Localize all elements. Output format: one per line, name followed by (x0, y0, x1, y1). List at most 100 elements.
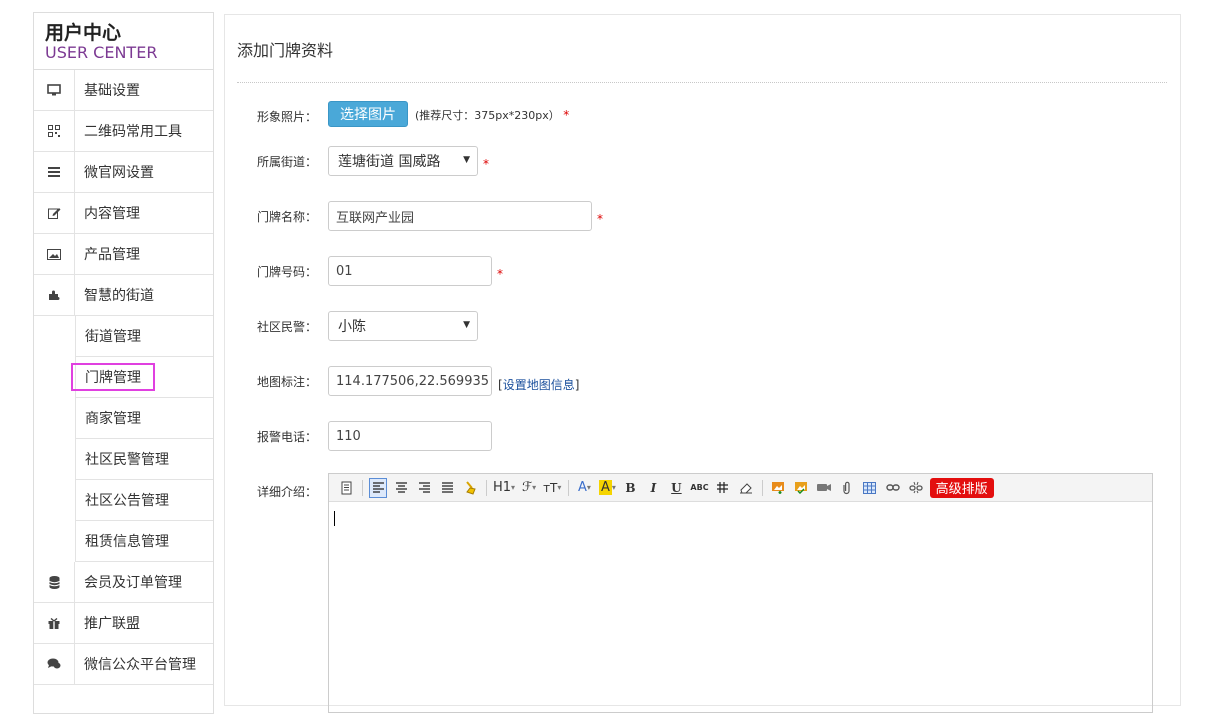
strikethrough-icon[interactable]: ABC (690, 478, 708, 498)
sidebar-subitem-rental-management[interactable]: 租赁信息管理 (75, 521, 213, 562)
sidebar-subitem-merchant-management[interactable]: 商家管理 (75, 398, 213, 439)
sidebar-item-content[interactable]: 内容管理 (34, 192, 213, 234)
main-panel: 添加门牌资料 形象照片： 选择图片 (推荐尺寸：375px*230px） * 所… (224, 14, 1181, 713)
eraser-icon[interactable] (737, 478, 755, 498)
street-select[interactable]: 莲塘街道 国威路 ▼ (328, 146, 478, 176)
qrcode-icon (34, 110, 75, 152)
doorplate-number-input[interactable]: 01 (328, 256, 492, 286)
sidebar-subitem-notice-management[interactable]: 社区公告管理 (75, 480, 213, 521)
strikethrough-label: ABC (690, 483, 709, 492)
name-label: 门牌名称： (257, 210, 318, 224)
sidebar-item-members-orders[interactable]: 会员及订单管理 (34, 561, 213, 603)
editor-toolbar: H1 ▾ ℱ ▾ тT ▾ A ▾ A ▾ B I U ABC 高级排版 (329, 474, 1152, 502)
chevron-down-icon: ▼ (463, 320, 470, 330)
sidebar-item-microsite-settings[interactable]: 微官网设置 (34, 151, 213, 193)
insert-table-icon[interactable] (861, 478, 879, 498)
font-family-label: ℱ (521, 480, 533, 495)
doorplate-name-input[interactable]: 互联网产业园 (328, 201, 592, 231)
sidebar-subitem-doorplate-management[interactable]: 门牌管理 (71, 357, 213, 398)
chevron-down-icon: ▼ (463, 155, 470, 165)
insert-image-multi-icon[interactable] (792, 478, 810, 498)
sidebar: 用户中心 USER CENTER 基础设置 二维码常用工具 微官网设置 内容管理… (33, 12, 214, 714)
underline-icon[interactable]: U (667, 478, 685, 498)
source-icon[interactable] (337, 478, 355, 498)
sidebar-item-label: 智慧的街道 (84, 288, 154, 304)
map-label: 地图标注： (257, 375, 318, 389)
font-size-dropdown[interactable]: тT ▾ (543, 478, 561, 498)
database-icon (34, 561, 75, 603)
toolbar-separator (761, 479, 763, 496)
font-size-label: тT (543, 480, 558, 495)
sidebar-item-smart-street[interactable]: 智慧的街道 (34, 274, 213, 316)
sidebar-item-label: 二维码常用工具 (84, 124, 182, 140)
required-mark: * (563, 108, 570, 122)
map-link-wrapper: [设置地图信息] (498, 376, 579, 393)
sidebar-item-affiliate[interactable]: 推广联盟 (34, 602, 213, 644)
heading-dropdown[interactable]: H1 ▾ (493, 478, 515, 498)
align-right-icon[interactable] (415, 478, 433, 498)
required-mark: * (597, 212, 603, 226)
rich-text-editor[interactable]: H1 ▾ ℱ ▾ тT ▾ A ▾ A ▾ B I U ABC 高级排版 (328, 473, 1153, 713)
video-icon[interactable] (815, 478, 833, 498)
sidebar-subitem-label: 门牌管理 (71, 363, 155, 391)
sidebar-item-label: 产品管理 (84, 247, 140, 263)
font-family-dropdown[interactable]: ℱ ▾ (520, 478, 538, 498)
insert-image-icon[interactable] (769, 478, 787, 498)
text-cursor (334, 511, 335, 526)
font-color-icon[interactable]: A ▾ (575, 478, 593, 498)
underline-label: U (671, 480, 682, 495)
italic-label: I (650, 480, 657, 495)
sidebar-item-basic-settings[interactable]: 基础设置 (34, 69, 213, 111)
italic-icon[interactable]: I (644, 478, 662, 498)
set-map-info-link[interactable]: 设置地图信息 (503, 378, 575, 392)
brand-title: 用户中心 (45, 22, 122, 44)
align-justify-icon[interactable] (438, 478, 456, 498)
select-image-button[interactable]: 选择图片 (328, 101, 408, 127)
police-label: 社区民警： (257, 320, 318, 334)
street-select-value: 莲塘街道 国威路 (338, 154, 441, 170)
bold-label: B (625, 480, 636, 495)
sidebar-item-wechat-platform[interactable]: 微信公众平台管理 (34, 643, 213, 685)
image-size-hint: (推荐尺寸：375px*230px） * (415, 107, 569, 123)
link-icon[interactable] (884, 478, 902, 498)
attachment-icon[interactable] (838, 478, 856, 498)
photo-label: 形象照片： (257, 110, 318, 124)
monitor-icon (34, 69, 75, 111)
sidebar-subitem-police-management[interactable]: 社区民警管理 (75, 439, 213, 480)
map-coordinates-input[interactable]: 114.177506,22.569935 (328, 366, 492, 396)
background-color-label: A (598, 480, 612, 495)
alarm-phone-value: 110 (336, 428, 361, 444)
format-brush-icon[interactable] (461, 478, 479, 498)
image-size-hint-text: (推荐尺寸：375px*230px） (415, 109, 560, 122)
edit-icon (34, 192, 75, 234)
detail-label: 详细介绍： (257, 485, 318, 499)
sidebar-item-products[interactable]: 产品管理 (34, 233, 213, 275)
sidebar-subitem-label: 商家管理 (85, 411, 141, 427)
toolbar-separator (362, 479, 363, 496)
align-left-icon[interactable] (369, 477, 387, 498)
required-mark: * (497, 267, 503, 281)
comments-icon (34, 643, 75, 685)
picture-icon (34, 233, 75, 275)
table-grid-icon[interactable] (714, 478, 732, 498)
page-title: 添加门牌资料 (237, 41, 334, 60)
align-center-icon[interactable] (392, 478, 410, 498)
list-icon (34, 151, 75, 193)
background-color-icon[interactable]: A ▾ (598, 478, 616, 498)
bold-icon[interactable]: B (621, 478, 639, 498)
advanced-layout-button[interactable]: 高级排版 (929, 477, 994, 498)
toolbar-separator (568, 479, 570, 496)
alarm-phone-input[interactable]: 110 (328, 421, 492, 451)
number-label: 门牌号码： (257, 265, 318, 279)
unlink-icon[interactable] (907, 478, 925, 498)
sidebar-subitem-street-management[interactable]: 街道管理 (75, 316, 213, 357)
bracket-close: ] (574, 378, 580, 392)
sidebar-item-qrcode-tools[interactable]: 二维码常用工具 (34, 110, 213, 152)
font-color-label: A (577, 480, 587, 495)
heading-label: H1 (493, 480, 512, 495)
sidebar-subitem-label: 社区公告管理 (85, 493, 169, 509)
sidebar-item-label: 微信公众平台管理 (84, 657, 196, 673)
doorplate-name-value: 互联网产业园 (336, 210, 415, 226)
police-select[interactable]: 小陈 ▼ (328, 311, 478, 341)
advanced-layout-label: 高级排版 (929, 477, 994, 498)
